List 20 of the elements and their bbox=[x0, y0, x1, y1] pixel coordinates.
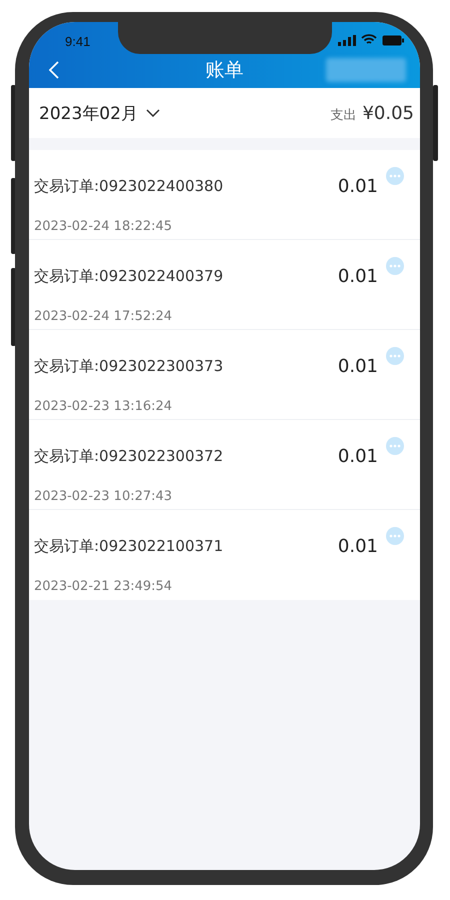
order-title: 交易订单:0923022300372 bbox=[34, 446, 224, 466]
order-title: 交易订单:0923022400380 bbox=[34, 176, 224, 196]
order-title: 交易订单:0923022400379 bbox=[34, 266, 224, 286]
order-amount: 0.01 bbox=[338, 176, 378, 196]
order-title: 交易订单:0923022100371 bbox=[34, 536, 224, 556]
order-amount: 0.01 bbox=[338, 266, 378, 286]
order-time: 2023-02-24 17:52:24 bbox=[34, 308, 174, 324]
order-amount: 0.01 bbox=[338, 356, 378, 376]
status-time: 9:41 bbox=[65, 32, 90, 48]
order-time: 2023-02-21 23:49:54 bbox=[34, 579, 174, 594]
expense-total: ¥0.05 bbox=[362, 102, 414, 124]
expense-label: 支出 bbox=[330, 106, 356, 124]
order-time: 2023-02-23 10:27:43 bbox=[34, 488, 174, 504]
page-title: 账单 bbox=[206, 58, 244, 83]
month-picker[interactable]: 2023年02月 bbox=[39, 102, 160, 124]
order-amount: 0.01 bbox=[338, 536, 378, 557]
order-time: 2023-02-23 13:16:24 bbox=[34, 398, 174, 414]
order-time: 2023-02-24 18:22:45 bbox=[34, 218, 174, 234]
order-title: 交易订单:0923022300373 bbox=[34, 356, 224, 376]
order-amount: 0.01 bbox=[338, 446, 378, 466]
